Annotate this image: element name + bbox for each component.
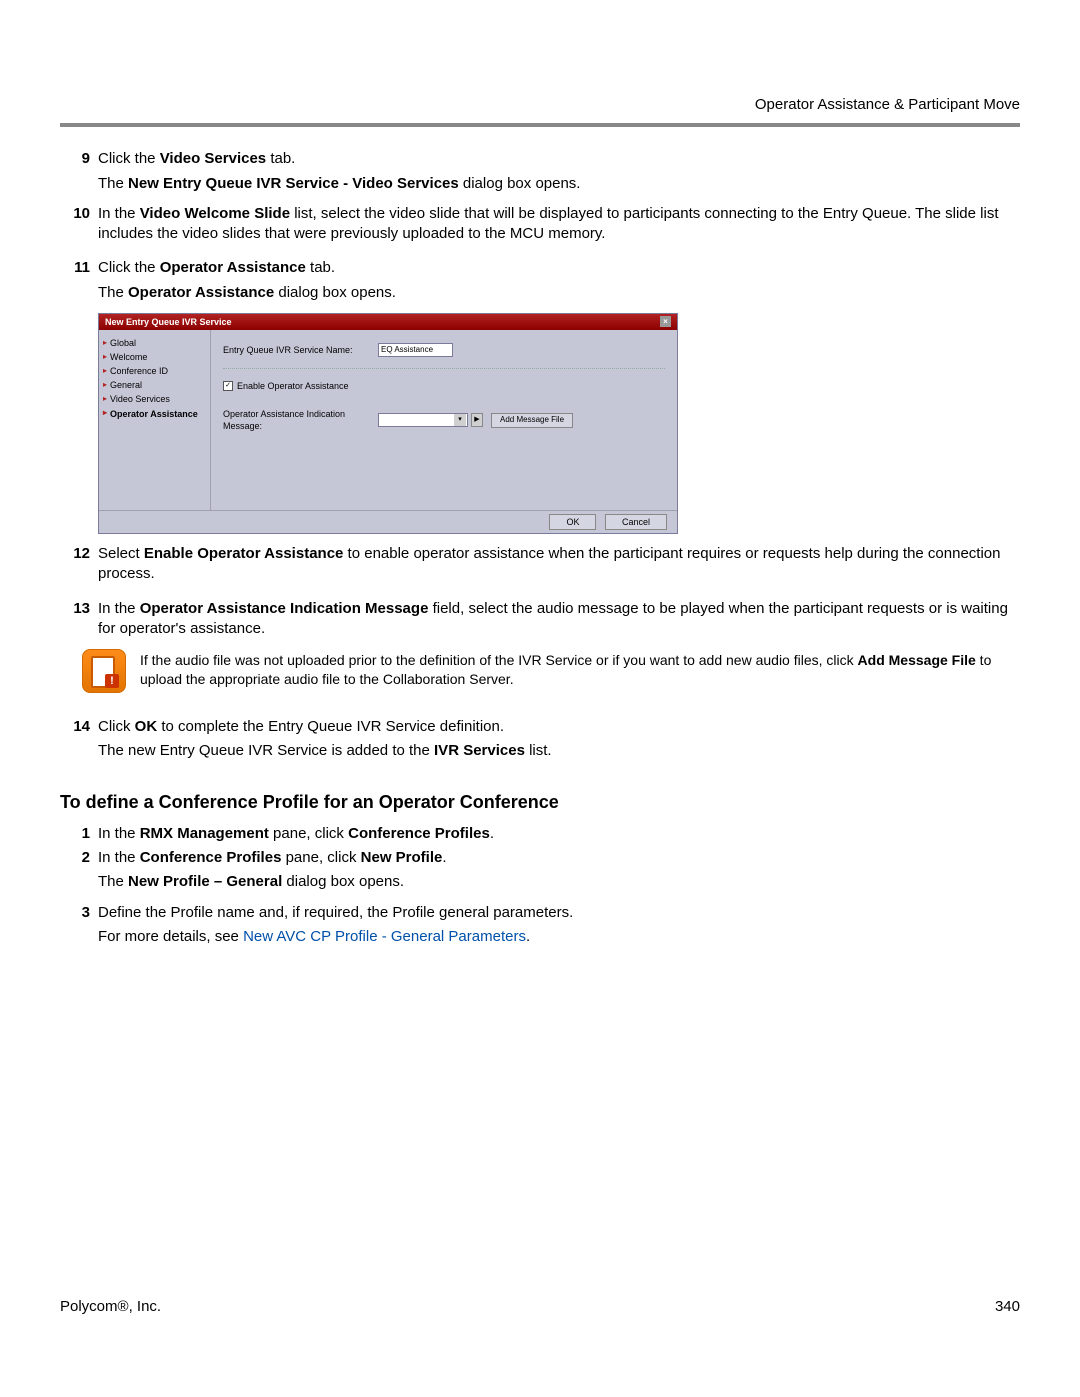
ivr-service-dialog: New Entry Queue IVR Service × ▸Global ▸W… bbox=[98, 313, 678, 534]
step-d3: 3 Define the Profile name and, if requir… bbox=[60, 903, 1020, 923]
step-text: In the Video Welcome Slide list, select … bbox=[98, 204, 1020, 245]
step-number: 14 bbox=[60, 717, 98, 737]
service-name-label: Entry Queue IVR Service Name: bbox=[223, 344, 378, 356]
dialog-titlebar: New Entry Queue IVR Service × bbox=[99, 314, 677, 330]
step-10: 10 In the Video Welcome Slide list, sele… bbox=[60, 204, 1020, 245]
step-11: 11 Click the Operator Assistance tab. bbox=[60, 258, 1020, 278]
step-number: 9 bbox=[60, 149, 98, 169]
dialog-nav: ▸Global ▸Welcome ▸Conference ID ▸General… bbox=[99, 330, 211, 510]
page-header: Operator Assistance & Participant Move bbox=[60, 0, 1020, 123]
chevron-right-icon: ▸ bbox=[103, 408, 107, 419]
chevron-right-icon: ▸ bbox=[103, 366, 107, 377]
step-text: In the RMX Management pane, click Confer… bbox=[98, 824, 1020, 844]
step-11-sub: The Operator Assistance dialog box opens… bbox=[98, 283, 1020, 303]
enable-operator-label: Enable Operator Assistance bbox=[237, 380, 349, 392]
step-12: 12 Select Enable Operator Assistance to … bbox=[60, 544, 1020, 585]
chevron-right-icon: ▸ bbox=[103, 394, 107, 405]
step-d3-sub: For more details, see New AVC CP Profile… bbox=[98, 927, 1020, 947]
step-text: Click the Operator Assistance tab. bbox=[98, 258, 1020, 278]
step-text: In the Conference Profiles pane, click N… bbox=[98, 848, 1020, 868]
add-message-file-button[interactable]: Add Message File bbox=[491, 413, 573, 428]
step-text: Click the Video Services tab. bbox=[98, 149, 1020, 169]
page-footer: Polycom®, Inc. 340 bbox=[60, 1297, 1020, 1317]
note-callout: If the audio file was not uploaded prior… bbox=[82, 649, 1020, 693]
step-d2: 2 In the Conference Profiles pane, click… bbox=[60, 848, 1020, 868]
link-avc-cp-profile[interactable]: New AVC CP Profile - General Parameters bbox=[243, 928, 526, 945]
step-14: 14 Click OK to complete the Entry Queue … bbox=[60, 717, 1020, 737]
indication-msg-dropdown[interactable]: ▾ bbox=[378, 413, 468, 427]
step-d2-sub: The New Profile – General dialog box ope… bbox=[98, 872, 1020, 892]
dialog-footer: OK Cancel bbox=[99, 510, 677, 533]
nav-conference-id[interactable]: ▸Conference ID bbox=[101, 364, 208, 378]
step-number: 1 bbox=[60, 824, 98, 844]
step-text: Define the Profile name and, if required… bbox=[98, 903, 1020, 923]
note-text: If the audio file was not uploaded prior… bbox=[140, 649, 1020, 693]
step-9: 9 Click the Video Services tab. bbox=[60, 149, 1020, 169]
chevron-right-icon: ▸ bbox=[103, 380, 107, 391]
footer-company: Polycom®, Inc. bbox=[60, 1297, 161, 1317]
step-text: In the Operator Assistance Indication Me… bbox=[98, 599, 1020, 640]
section-heading: To define a Conference Profile for an Op… bbox=[60, 790, 1020, 814]
play-icon[interactable]: ▶ bbox=[471, 413, 483, 427]
dialog-title-text: New Entry Queue IVR Service bbox=[105, 316, 232, 328]
nav-video-services[interactable]: ▸Video Services bbox=[101, 392, 208, 406]
header-rule bbox=[60, 123, 1020, 127]
step-number: 11 bbox=[60, 258, 98, 278]
chevron-right-icon: ▸ bbox=[103, 352, 107, 363]
chevron-down-icon: ▾ bbox=[454, 414, 466, 426]
nav-global[interactable]: ▸Global bbox=[101, 336, 208, 350]
indication-msg-label: Operator Assistance Indication Message: bbox=[223, 408, 378, 432]
chevron-right-icon: ▸ bbox=[103, 338, 107, 349]
service-name-input[interactable] bbox=[378, 343, 453, 357]
cancel-button[interactable]: Cancel bbox=[605, 514, 667, 530]
nav-welcome[interactable]: ▸Welcome bbox=[101, 350, 208, 364]
step-9-sub: The New Entry Queue IVR Service - Video … bbox=[98, 174, 1020, 194]
step-text: Click OK to complete the Entry Queue IVR… bbox=[98, 717, 1020, 737]
close-icon[interactable]: × bbox=[660, 316, 671, 327]
nav-operator-assistance[interactable]: ▸Operator Assistance bbox=[101, 407, 208, 421]
step-number: 10 bbox=[60, 204, 98, 245]
nav-general[interactable]: ▸General bbox=[101, 378, 208, 392]
step-number: 12 bbox=[60, 544, 98, 585]
footer-page-number: 340 bbox=[995, 1297, 1020, 1317]
step-number: 2 bbox=[60, 848, 98, 868]
step-14-sub: The new Entry Queue IVR Service is added… bbox=[98, 741, 1020, 761]
step-number: 3 bbox=[60, 903, 98, 923]
step-d1: 1 In the RMX Management pane, click Conf… bbox=[60, 824, 1020, 844]
enable-operator-checkbox[interactable]: ✓ bbox=[223, 381, 233, 391]
step-number: 13 bbox=[60, 599, 98, 640]
ok-button[interactable]: OK bbox=[549, 514, 596, 530]
step-text: Select Enable Operator Assistance to ena… bbox=[98, 544, 1020, 585]
note-icon bbox=[82, 649, 126, 693]
dialog-form: Entry Queue IVR Service Name: ✓ Enable O… bbox=[211, 330, 677, 510]
step-13: 13 In the Operator Assistance Indication… bbox=[60, 599, 1020, 640]
